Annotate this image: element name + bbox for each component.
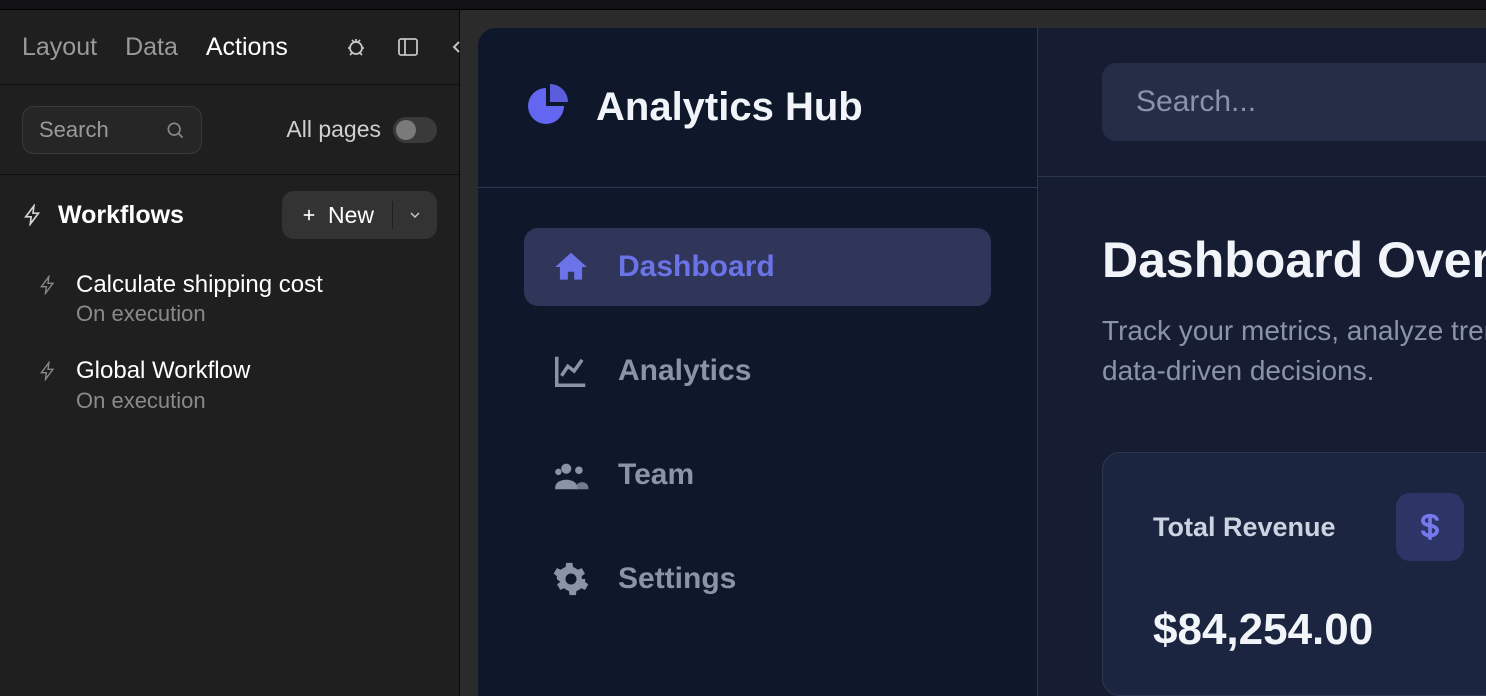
workflow-item-trigger: On execution	[76, 301, 323, 327]
sidebar-item-analytics[interactable]: Analytics	[524, 332, 991, 410]
gear-icon	[552, 560, 590, 598]
editor-search-row: Search All pages	[0, 85, 459, 175]
all-pages-toggle[interactable]	[393, 117, 437, 143]
dollar-icon	[1396, 493, 1464, 561]
app-topbar: Search...	[1038, 28, 1486, 177]
chevron-down-icon	[407, 207, 423, 223]
users-icon	[552, 456, 590, 494]
page-subtitle: Track your metrics, analyze trends, and …	[1102, 311, 1486, 392]
tab-actions[interactable]: Actions	[206, 33, 288, 62]
home-icon	[552, 248, 590, 286]
pie-chart-icon	[524, 84, 572, 132]
app-sidebar: Analytics Hub Dashboard Analytics	[478, 28, 1038, 696]
new-button-label: New	[328, 202, 374, 229]
workflow-item-name: Calculate shipping cost	[76, 269, 323, 301]
workflow-item[interactable]: Global Workflow On execution	[0, 341, 459, 427]
all-pages-label: All pages	[286, 116, 381, 143]
sidebar-item-label: Analytics	[618, 354, 751, 388]
app-name: Analytics Hub	[596, 85, 863, 130]
sidebar-item-label: Dashboard	[618, 250, 775, 284]
sidebar-item-label: Team	[618, 458, 694, 492]
panel-icon[interactable]	[396, 34, 420, 60]
search-placeholder-text: Search...	[1136, 85, 1256, 119]
search-placeholder-text: Search	[39, 117, 155, 143]
search-input[interactable]: Search	[22, 106, 202, 154]
bolt-icon	[38, 275, 58, 295]
nav-list: Dashboard Analytics Team	[478, 188, 1037, 658]
metric-card-label: Total Revenue	[1153, 512, 1336, 543]
app-search-input[interactable]: Search...	[1102, 63, 1486, 141]
new-workflow-split-button: New	[282, 191, 437, 239]
sidebar-item-dashboard[interactable]: Dashboard	[524, 228, 991, 306]
sidebar-item-settings[interactable]: Settings	[524, 540, 991, 618]
sidebar-item-team[interactable]: Team	[524, 436, 991, 514]
workflow-item-trigger: On execution	[76, 388, 250, 414]
app-content: Dashboard Overview Track your metrics, a…	[1038, 177, 1486, 696]
page-title: Dashboard Overview	[1102, 231, 1486, 289]
bug-icon[interactable]	[344, 34, 368, 60]
all-pages-toggle-group: All pages	[216, 116, 437, 143]
editor-panel: Layout Data Actions Search All pages	[0, 10, 460, 696]
tab-data[interactable]: Data	[125, 33, 178, 62]
sidebar-item-label: Settings	[618, 562, 736, 596]
new-workflow-button[interactable]: New	[282, 202, 392, 229]
app-main: Search... Dashboard Overview Track your …	[1038, 28, 1486, 696]
line-chart-icon	[552, 352, 590, 390]
metric-card-value: $84,254.00	[1153, 605, 1486, 655]
preview-frame: Analytics Hub Dashboard Analytics	[478, 28, 1486, 696]
workflows-title: Workflows	[58, 201, 268, 230]
bolt-icon	[22, 204, 44, 226]
search-icon	[165, 120, 185, 140]
window-chrome-strip	[0, 0, 1486, 10]
workflows-header: Workflows New	[0, 175, 459, 255]
bolt-icon	[38, 361, 58, 381]
plus-icon	[300, 206, 318, 224]
app-logo-row: Analytics Hub	[478, 28, 1037, 188]
workflow-item[interactable]: Calculate shipping cost On execution	[0, 255, 459, 341]
workflow-item-name: Global Workflow	[76, 355, 250, 387]
new-workflow-dropdown[interactable]	[393, 207, 437, 223]
metric-card-total-revenue: Total Revenue $84,254.00	[1102, 452, 1486, 696]
preview-panel: Analytics Hub Dashboard Analytics	[460, 10, 1486, 696]
editor-tabs: Layout Data Actions	[0, 10, 459, 85]
tab-layout[interactable]: Layout	[22, 33, 97, 62]
